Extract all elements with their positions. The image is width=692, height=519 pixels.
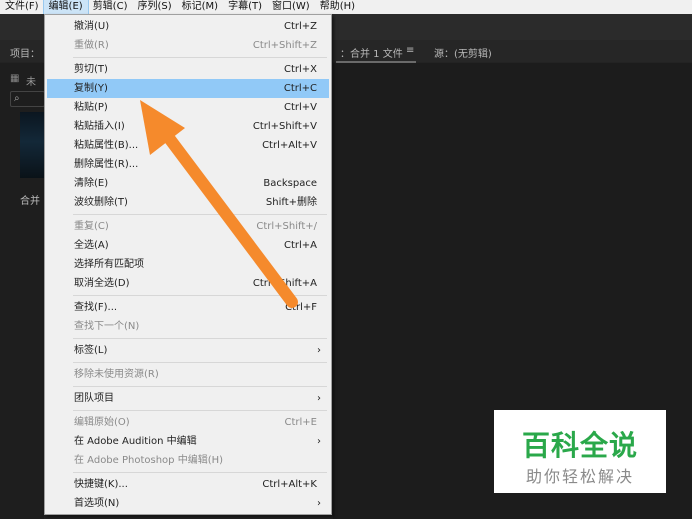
watermark-title: 百科全说 [521, 429, 638, 462]
watermark-subtitle: 助你轻松解决 [525, 467, 634, 486]
watermark-logo: 百科全说 助你轻松解决 [494, 410, 666, 493]
